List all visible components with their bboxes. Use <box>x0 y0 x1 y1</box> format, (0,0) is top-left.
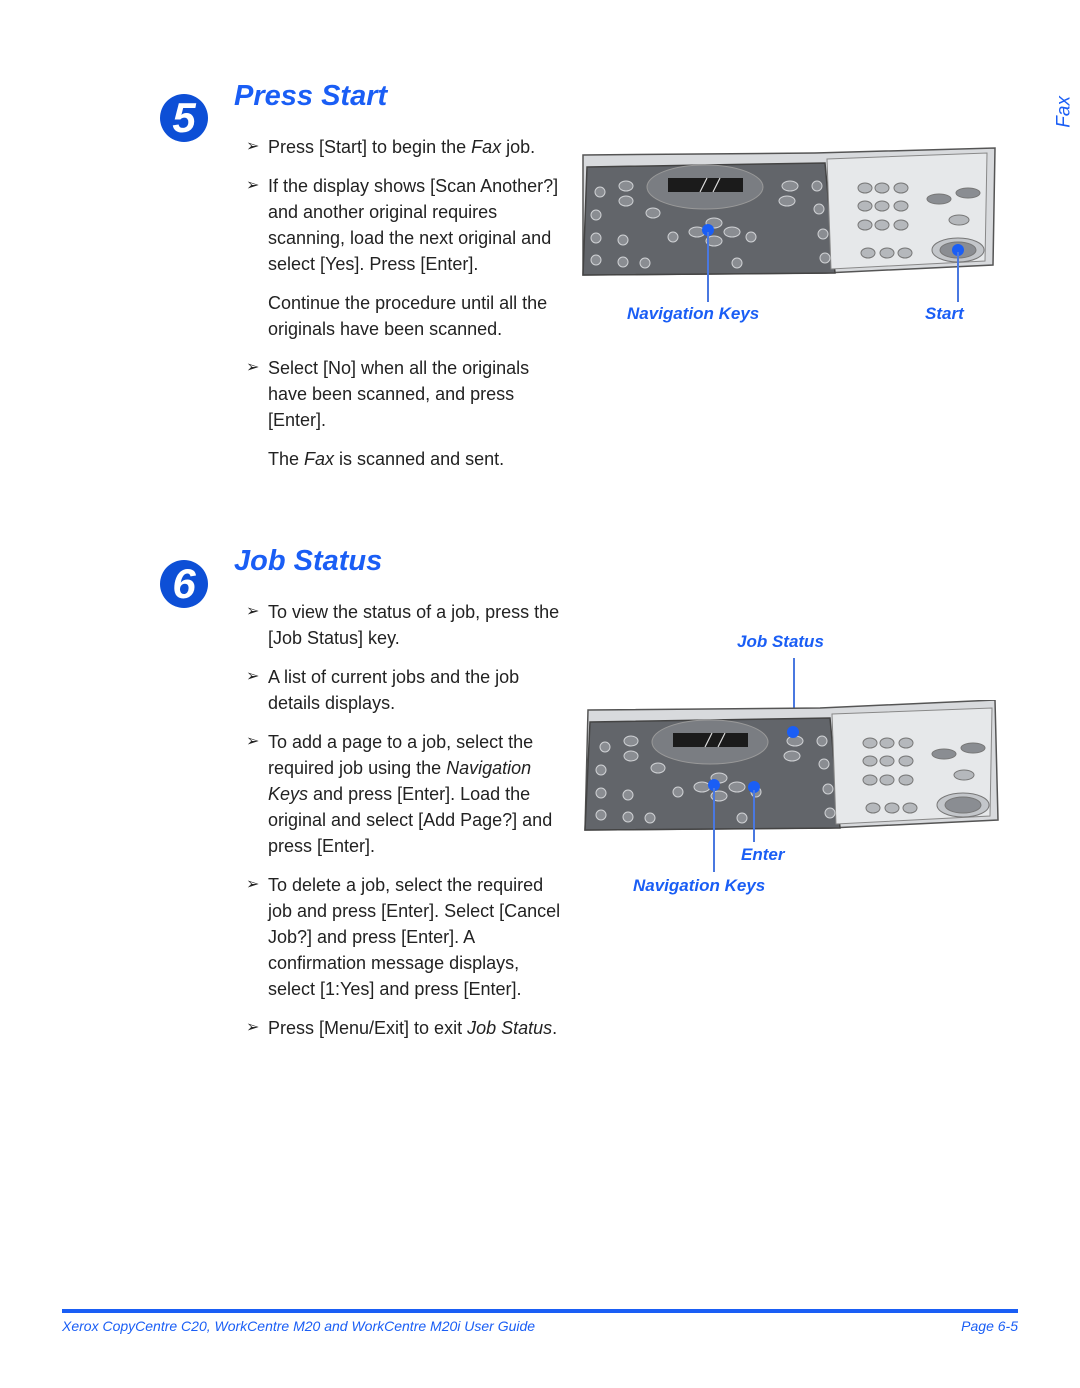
control-panel <box>582 147 996 276</box>
body-text: and press [Enter]. Load the original and… <box>268 784 553 856</box>
step-title-press-start: Press Start <box>234 80 388 112</box>
bullet-arrow-icon: ➢ <box>246 603 260 620</box>
body-text: is scanned and sent. <box>334 449 505 469</box>
body-text: Select [No] when all the originals have … <box>268 358 530 430</box>
emphasis-text: Job Status <box>467 1018 553 1038</box>
navigation-keys-leader-line <box>707 232 709 302</box>
instruction-bullet: ➢ To add a page to a job, select the requ… <box>246 729 566 859</box>
step-number-6: 6 <box>160 560 208 608</box>
navigation-keys-leader-line-2 <box>713 788 715 872</box>
footer-guide-title: Xerox CopyCentre C20, WorkCentre M20 and… <box>62 1318 536 1334</box>
instruction-bullet: ➢ Select [No] when all the originals have… <box>246 355 566 433</box>
step-5-instructions: ➢ Press [Start] to begin the Fax job. ➢ If … <box>246 134 566 485</box>
enter-leader-line <box>753 790 755 842</box>
body-text: The <box>268 449 305 469</box>
callout-enter: Enter <box>741 845 785 864</box>
control-panel-figure-2 <box>584 700 999 831</box>
instruction-note: The Fax is scanned and sent. <box>246 446 566 472</box>
bullet-arrow-icon: ➢ <box>246 1019 260 1036</box>
body-text: Continue the procedure until all the ori… <box>268 293 548 339</box>
body-text: A list of current jobs and the job detai… <box>268 667 520 713</box>
footer-page-number: Page 6-5 <box>961 1318 1018 1334</box>
callout-navigation-keys-2: Navigation Keys <box>633 876 766 895</box>
instruction-bullet: ➢ A list of current jobs and the job deta… <box>246 664 566 716</box>
bullet-arrow-icon: ➢ <box>246 359 260 376</box>
control-panel-figure-1 <box>582 147 996 276</box>
emphasis-text: Fax <box>304 449 335 469</box>
body-text: job. <box>501 137 536 157</box>
emphasis-text: Fax <box>471 137 502 157</box>
body-text: . <box>552 1018 558 1038</box>
bullet-arrow-icon: ➢ <box>246 876 260 893</box>
bullet-arrow-icon: ➢ <box>246 733 260 750</box>
body-text: To delete a job, select the required job… <box>268 875 561 999</box>
callout-start: Start <box>925 304 964 323</box>
start-leader-line <box>957 252 959 302</box>
body-text: Press [Menu/Exit] to exit <box>268 1018 468 1038</box>
footer-rule <box>62 1309 1018 1313</box>
bullet-arrow-icon: ➢ <box>246 138 260 155</box>
instruction-bullet: ➢ Press [Start] to begin the Fax job. <box>246 134 566 160</box>
body-text: If the display shows [Scan Another?] and… <box>268 176 559 274</box>
instruction-bullet: ➢ Press [Menu/Exit] to exit Job Status. <box>246 1015 566 1041</box>
job-status-key-marker <box>787 726 799 738</box>
section-tab-fax: Fax <box>1054 96 1075 128</box>
instruction-bullet: ➢ To view the status of a job, press the … <box>246 599 566 651</box>
instruction-bullet: ➢ If the display shows [Scan Another?] an… <box>246 173 566 277</box>
bullet-arrow-icon: ➢ <box>246 177 260 194</box>
bullet-arrow-icon: ➢ <box>246 668 260 685</box>
step-number-5: 5 <box>160 94 208 142</box>
body-text: To view the status of a job, press the [… <box>268 602 560 648</box>
instruction-bullet: ➢ To delete a job, select the required jo… <box>246 872 566 1002</box>
callout-job-status: Job Status <box>737 632 824 651</box>
step-title-job-status: Job Status <box>234 545 383 577</box>
body-text: Press [Start] to begin the <box>268 137 472 157</box>
callout-navigation-keys: Navigation Keys <box>627 304 760 323</box>
instruction-note: Continue the procedure until all the ori… <box>246 290 566 342</box>
control-panel <box>584 700 999 831</box>
step-6-instructions: ➢ To view the status of a job, press the … <box>246 599 566 1054</box>
